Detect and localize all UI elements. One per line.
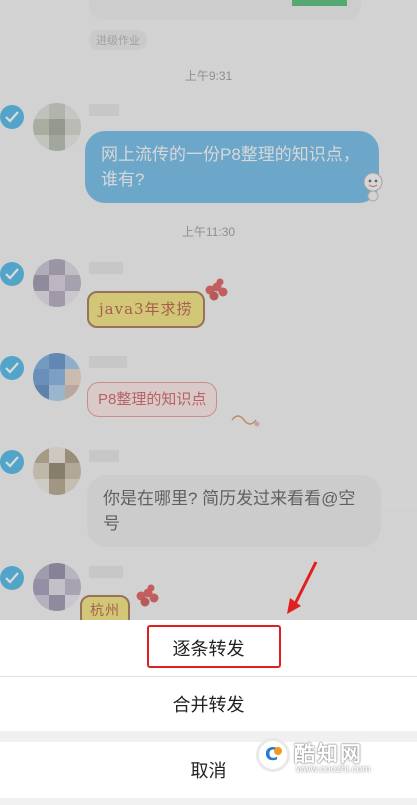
red-arrow-icon (287, 561, 318, 614)
merge-forward-button[interactable]: 合并转发 (0, 677, 417, 731)
forward-one-by-one-button[interactable]: 逐条转发 (0, 620, 417, 676)
coozhi-logo-icon: C (256, 738, 290, 772)
dim-overlay[interactable] (0, 0, 417, 620)
watermark-url: www.coozhi.com (296, 764, 371, 775)
coozhi-watermark: C 酷知网 www.coozhi.com (252, 736, 412, 778)
